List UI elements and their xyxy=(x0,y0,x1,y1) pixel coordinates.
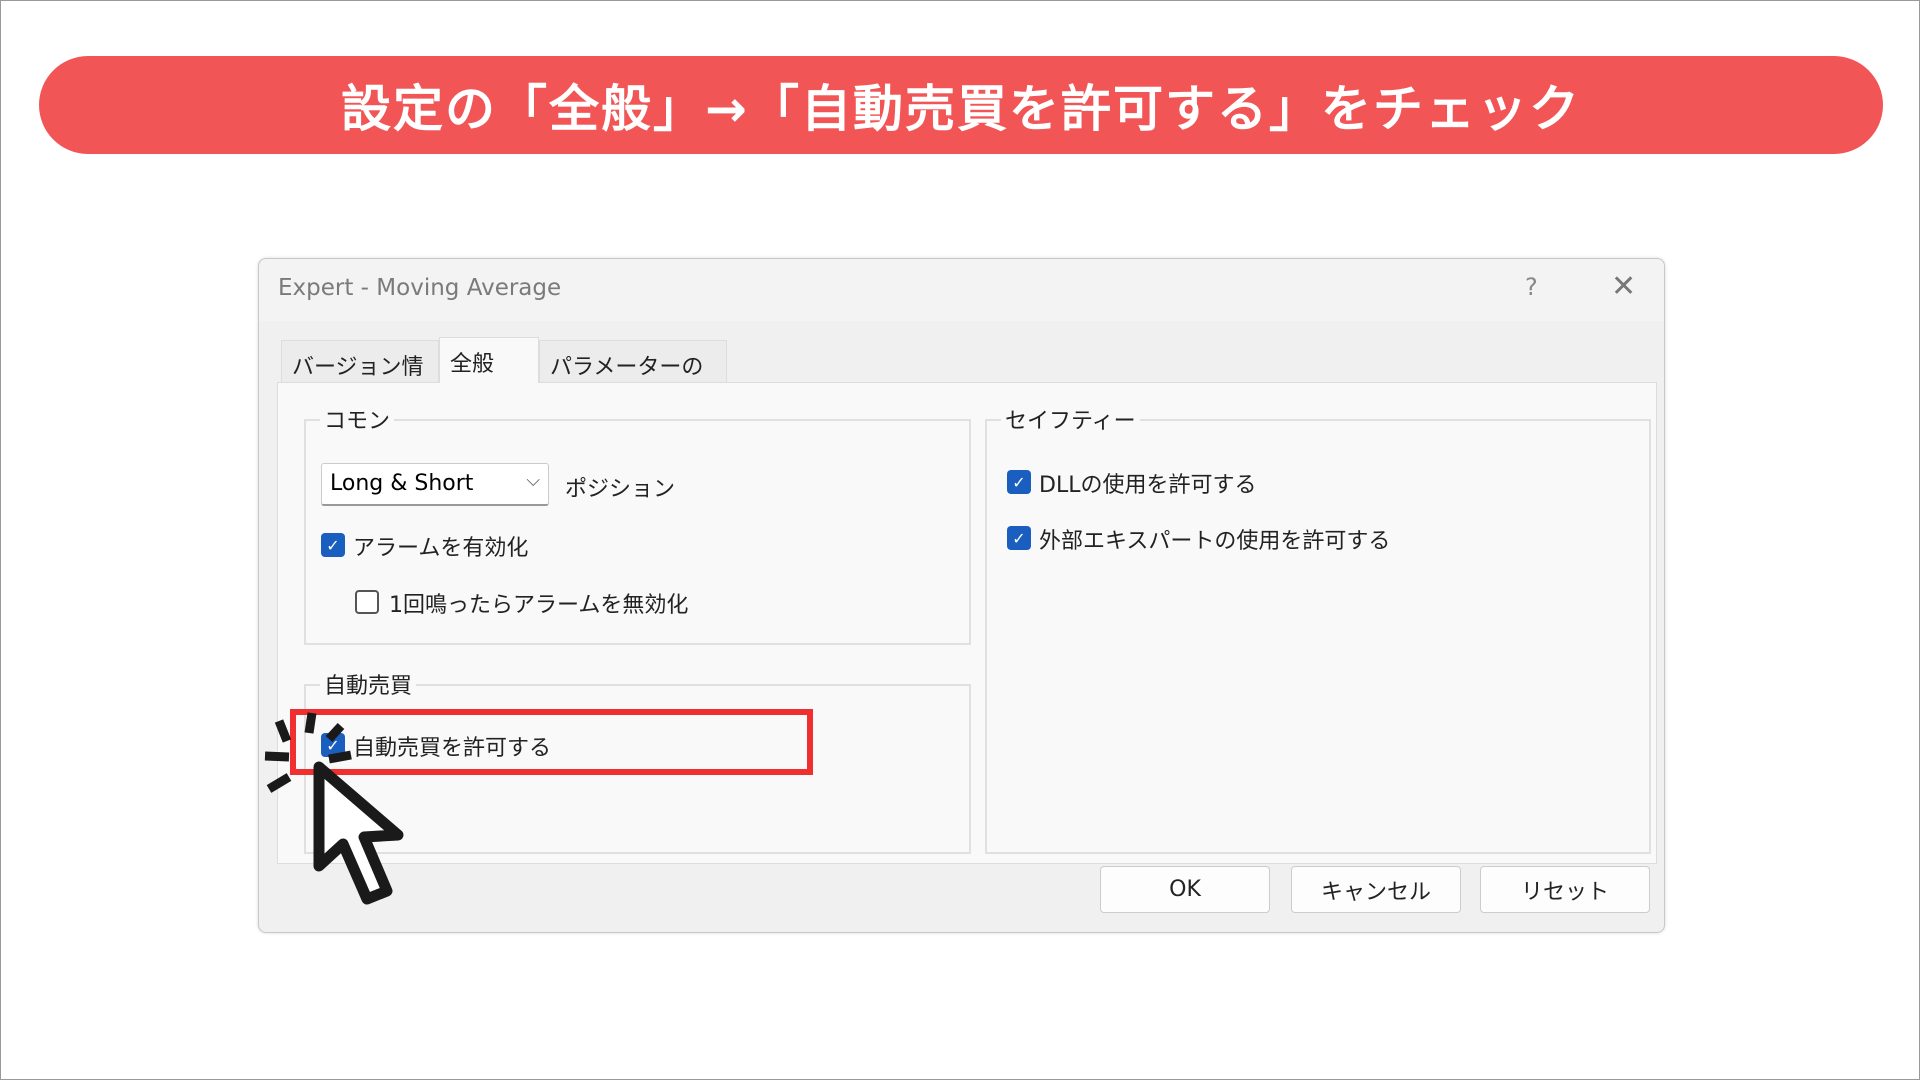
auto-trade-group-label: 自動売買 xyxy=(320,668,417,700)
position-select[interactable]: Long & Short ⌵ xyxy=(321,463,549,506)
safety-group-label: セイフティー xyxy=(1001,403,1140,435)
alarm-once-checkbox[interactable] xyxy=(355,590,379,614)
alarm-once-label: 1回鳴ったらアラームを無効化 xyxy=(389,593,689,618)
close-icon[interactable]: ✕ xyxy=(1611,269,1636,304)
dialog-title: Expert - Moving Average xyxy=(278,275,562,301)
position-select-value: Long & Short xyxy=(330,471,474,496)
position-label: ポジション xyxy=(565,477,676,502)
alarm-label: アラームを有効化 xyxy=(353,536,529,561)
external-expert-checkbox[interactable]: ✓ xyxy=(1007,526,1031,550)
tab-general[interactable]: 全般 xyxy=(439,337,539,383)
tab-version-info[interactable]: バージョン情報 xyxy=(281,340,439,412)
common-group-label: コモン xyxy=(320,403,395,435)
help-button[interactable]: ? xyxy=(1525,273,1538,301)
external-expert-label: 外部エキスパートの使用を許可する xyxy=(1039,529,1391,554)
general-panel: コモン Long & Short ⌵ ポジション ✓ アラームを有効化 1回鳴っ… xyxy=(277,382,1657,864)
title-bar: Expert - Moving Average ? ✕ xyxy=(259,259,1664,321)
safety-group: セイフティー ✓ DLLの使用を許可する ✓ 外部エキスパートの使用を許可する xyxy=(985,403,1651,854)
tab-parameters[interactable]: パラメーターの入力 xyxy=(539,340,727,412)
common-group: コモン Long & Short ⌵ ポジション ✓ アラームを有効化 1回鳴っ… xyxy=(304,403,971,645)
cancel-button[interactable]: キャンセル xyxy=(1291,866,1461,913)
dll-checkbox[interactable]: ✓ xyxy=(1007,470,1031,494)
dll-label: DLLの使用を許可する xyxy=(1039,473,1257,498)
ok-button[interactable]: OK xyxy=(1100,866,1270,913)
instruction-banner: 設定の「全般」→「自動売買を許可する」をチェック xyxy=(39,56,1883,154)
reset-button[interactable]: リセット xyxy=(1480,866,1650,913)
chevron-down-icon: ⌵ xyxy=(526,470,540,491)
expert-dialog: Expert - Moving Average ? ✕ バージョン情報 全般 パ… xyxy=(258,258,1665,933)
alarm-checkbox[interactable]: ✓ xyxy=(321,533,345,557)
click-cursor-icon xyxy=(264,712,404,905)
